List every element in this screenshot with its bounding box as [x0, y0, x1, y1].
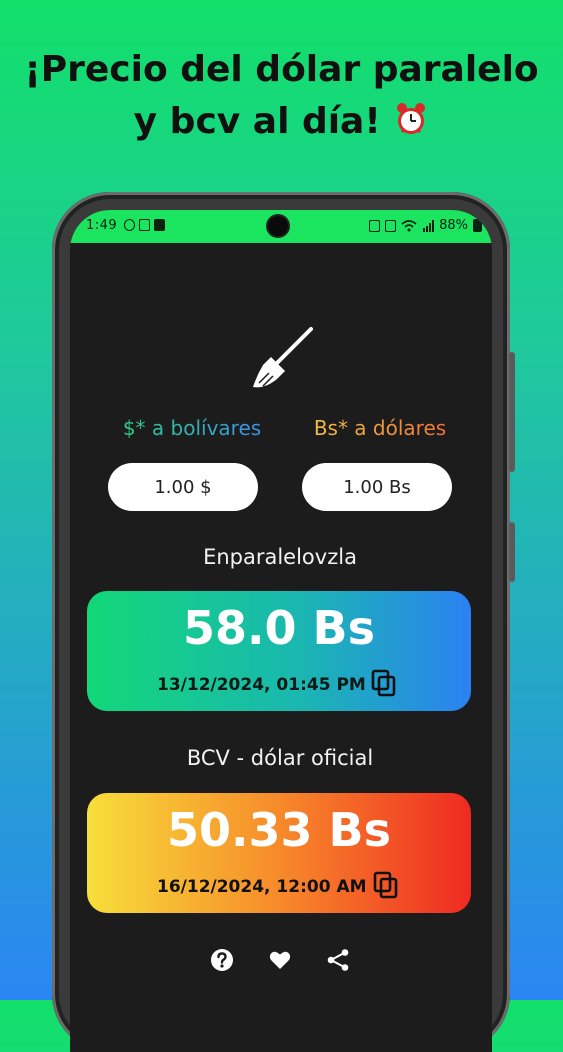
bolivares-input[interactable]	[302, 463, 452, 511]
status-bar: 1:49 88%	[70, 210, 492, 243]
bcv-rate-value: 50.33 Bs	[167, 803, 391, 857]
battery-icon	[473, 219, 482, 232]
bottom-action-bar	[70, 948, 490, 972]
paralelo-source-title: Enparalelovzla	[203, 545, 357, 569]
headline-line-2-text: y bcv al día!	[133, 101, 381, 142]
app-screen: 1:49 88% $* a bolívares Bs* a dólares 1.…	[70, 210, 492, 1052]
alarm-clock-icon	[397, 103, 426, 134]
copy-icon[interactable]	[371, 669, 397, 697]
wifi-icon	[401, 219, 417, 231]
dollars-to-bolivares-label: $* a bolívares	[112, 416, 272, 440]
alarm-status-icon	[369, 219, 381, 232]
paralelo-rate-value: 58.0 Bs	[183, 601, 375, 655]
sim-icon	[385, 219, 397, 232]
status-time: 1:49	[86, 218, 118, 233]
bcv-timestamp: 16/12/2024, 12:00 AM	[157, 877, 367, 897]
help-icon[interactable]	[210, 948, 234, 972]
headline-line-1: ¡Precio del dólar paralelo	[24, 49, 539, 90]
phone-frame: 1:49 88% $* a bolívares Bs* a dólares 1.…	[52, 192, 515, 1052]
phone-volume-button	[509, 352, 515, 472]
promo-headline: ¡Precio del dólar paralelo y bcv al día!	[0, 44, 563, 148]
notification-app-icon	[139, 219, 150, 231]
share-icon[interactable]	[326, 948, 350, 972]
phone-power-button	[509, 522, 515, 582]
dollars-input[interactable]	[108, 463, 258, 511]
headline-line-2: y bcv al día!	[0, 96, 563, 148]
battery-percent: 88%	[439, 218, 468, 233]
status-notification-icons	[124, 219, 165, 231]
notification-check-icon	[154, 219, 165, 231]
copy-icon[interactable]	[373, 871, 399, 899]
paralelo-rate-card: 58.0 Bs 13/12/2024, 01:45 PM	[87, 591, 471, 711]
bolivares-to-dollars-label: Bs* a dólares	[300, 416, 460, 440]
paralelo-timestamp: 13/12/2024, 01:45 PM	[157, 675, 366, 695]
notification-b-icon	[124, 219, 135, 231]
bcv-source-title: BCV - dólar oficial	[186, 746, 374, 770]
heart-icon[interactable]	[268, 948, 292, 972]
signal-icon	[423, 219, 435, 232]
front-camera	[268, 216, 288, 236]
status-system-icons: 88%	[369, 218, 482, 233]
bcv-rate-card: 50.33 Bs 16/12/2024, 12:00 AM	[87, 793, 471, 913]
broom-icon[interactable]	[247, 325, 317, 395]
